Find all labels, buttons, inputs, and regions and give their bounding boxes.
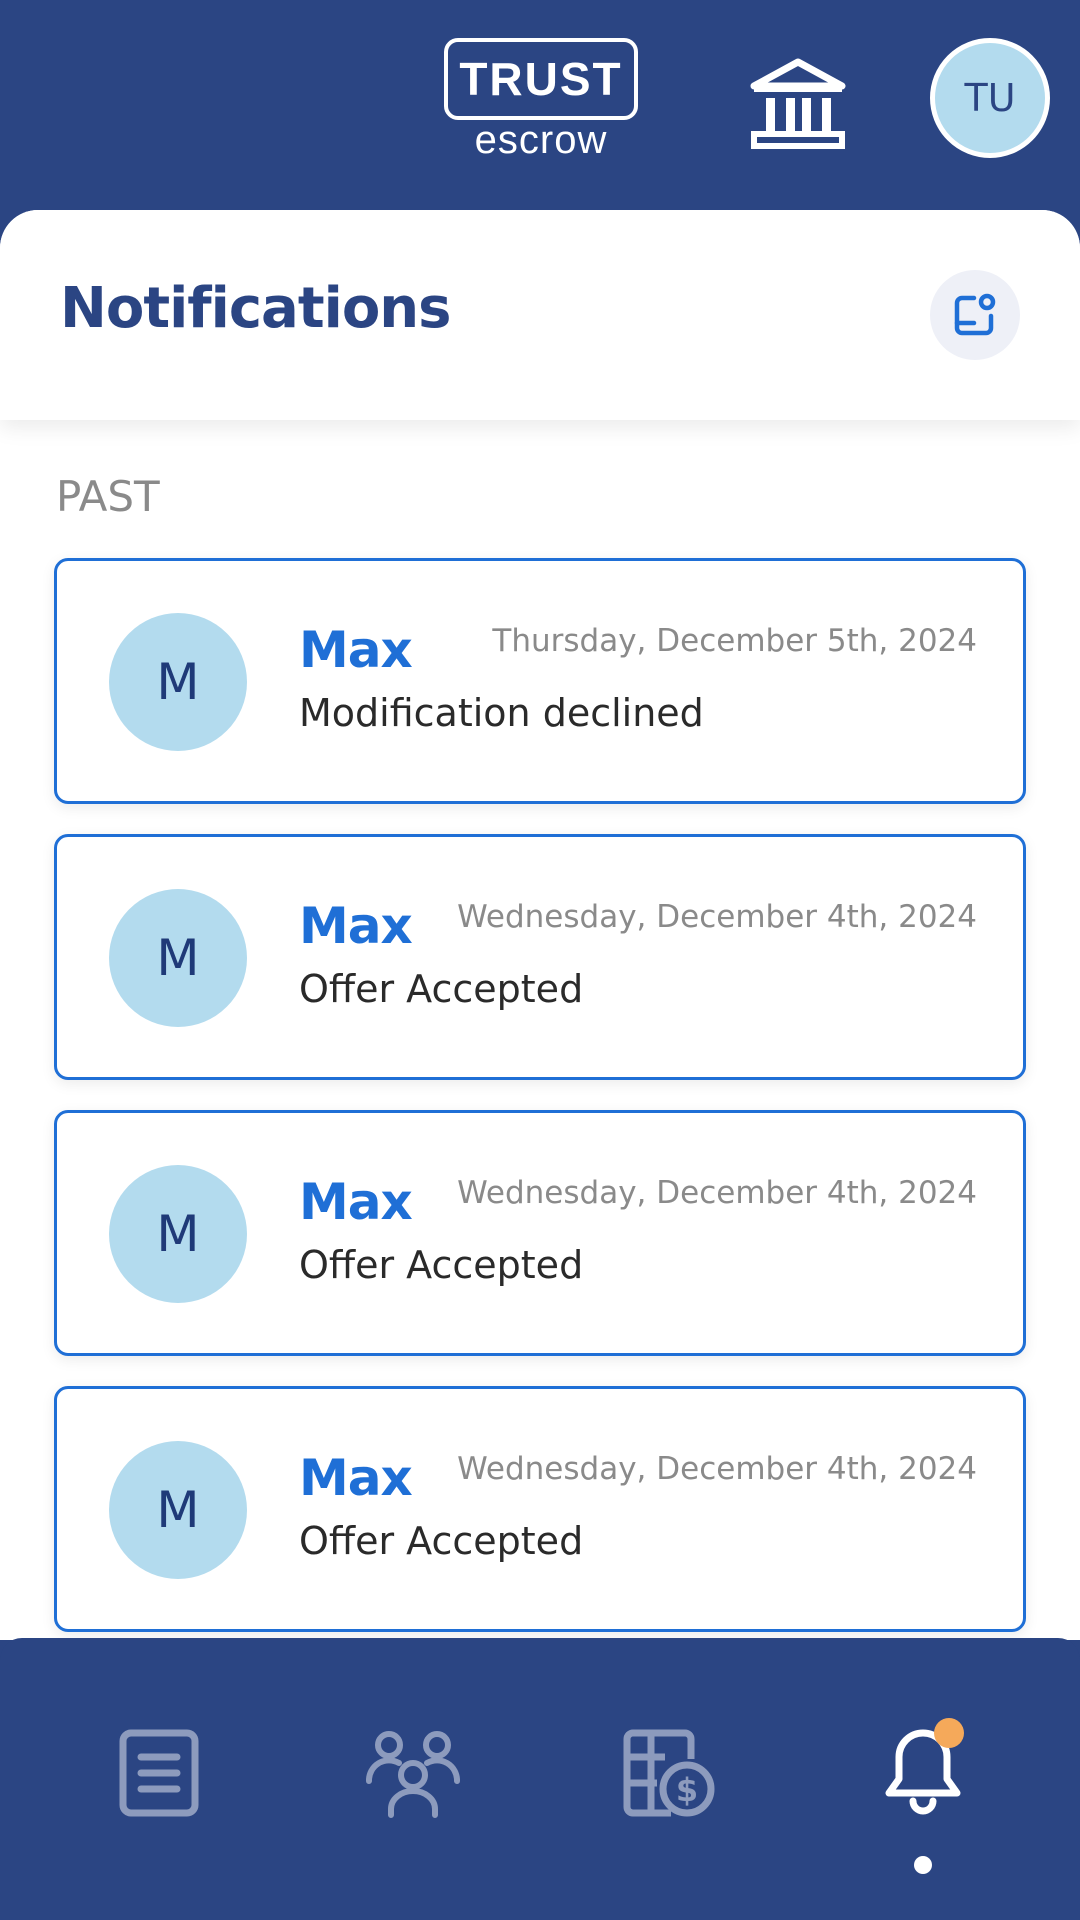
notification-badge <box>934 1718 964 1748</box>
bank-button[interactable] <box>742 52 854 156</box>
svg-text:$: $ <box>676 1771 698 1809</box>
bottom-nav: $ <box>0 1638 1080 1920</box>
active-indicator-dot <box>914 1856 932 1874</box>
logo-sub-text: escrow <box>474 118 608 162</box>
notification-card[interactable]: M Max Thursday, December 5th, 2024 Modif… <box>54 558 1026 804</box>
nav-item-payments[interactable]: $ <box>604 1708 734 1838</box>
nav-item-documents[interactable] <box>94 1708 224 1838</box>
sender-name: Max <box>299 1173 413 1231</box>
payments-icon: $ <box>623 1729 715 1817</box>
notification-date: Wednesday, December 4th, 2024 <box>457 899 977 935</box>
page-title: Notifications <box>60 276 451 341</box>
notification-message: Offer Accepted <box>299 1519 584 1563</box>
logo-main-text: TRUST <box>444 38 638 120</box>
notification-card[interactable]: M Max Wednesday, December 4th, 2024 Offe… <box>54 1110 1026 1356</box>
notification-date: Thursday, December 5th, 2024 <box>492 623 977 659</box>
notification-message: Modification declined <box>299 691 704 735</box>
trust-escrow-logo: TRUST escrow <box>444 38 638 162</box>
notification-message: Offer Accepted <box>299 967 584 1011</box>
user-avatar[interactable]: TU <box>930 38 1050 158</box>
mark-read-icon <box>954 293 996 336</box>
title-bar: Notifications <box>0 210 1080 420</box>
notification-date: Wednesday, December 4th, 2024 <box>457 1451 977 1487</box>
app-header: TRUST escrow TU <box>0 0 1080 210</box>
sender-avatar: M <box>109 613 247 751</box>
people-icon <box>366 1731 460 1818</box>
notification-message: Offer Accepted <box>299 1243 584 1287</box>
sender-name: Max <box>299 621 413 679</box>
sender-avatar: M <box>109 1165 247 1303</box>
section-label-past: PAST <box>56 472 160 521</box>
notification-card[interactable]: M Max Wednesday, December 4th, 2024 Offe… <box>54 834 1026 1080</box>
nav-item-contacts[interactable] <box>348 1708 478 1838</box>
notification-date: Wednesday, December 4th, 2024 <box>457 1175 977 1211</box>
sender-name: Max <box>299 897 413 955</box>
notification-list: M Max Thursday, December 5th, 2024 Modif… <box>54 558 1026 1640</box>
bank-icon <box>750 58 846 149</box>
sender-avatar: M <box>109 889 247 1027</box>
sender-name: Max <box>299 1449 413 1507</box>
notification-card[interactable]: M Max Wednesday, December 4th, 2024 Offe… <box>54 1386 1026 1632</box>
main-content: Notifications PAST M Max Thursday, Decem… <box>0 210 1080 1640</box>
mark-read-button[interactable] <box>930 270 1020 360</box>
document-list-icon <box>119 1729 199 1817</box>
sender-avatar: M <box>109 1441 247 1579</box>
nav-item-notifications[interactable] <box>858 1708 988 1874</box>
